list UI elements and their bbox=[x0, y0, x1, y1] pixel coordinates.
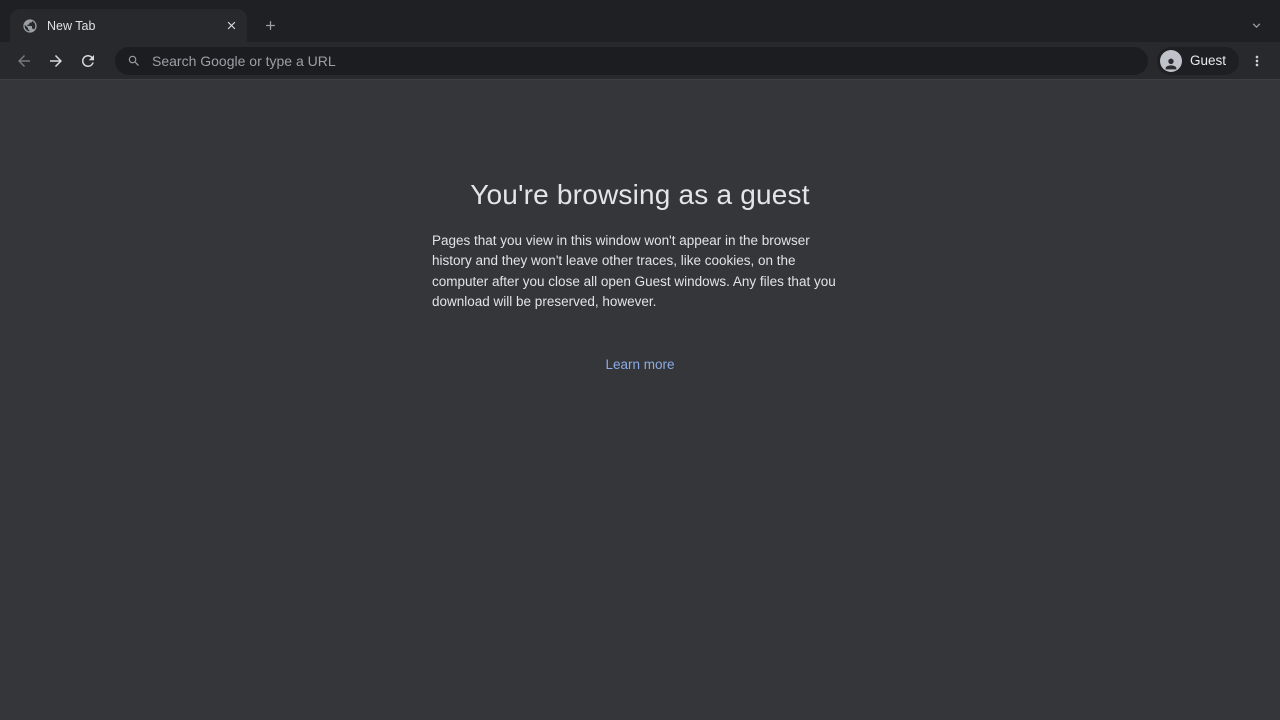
url-input[interactable] bbox=[150, 52, 1136, 70]
search-icon bbox=[127, 54, 141, 68]
reload-button[interactable] bbox=[73, 46, 103, 76]
arrow-right-icon bbox=[47, 52, 65, 70]
globe-icon bbox=[22, 18, 38, 34]
page-title: You're browsing as a guest bbox=[0, 176, 1280, 213]
guest-ntp-page: You're browsing as a guest Pages that yo… bbox=[0, 80, 1280, 720]
tab-title: New Tab bbox=[47, 19, 222, 33]
browser-window: New Tab bbox=[0, 0, 1280, 720]
arrow-left-icon bbox=[15, 52, 33, 70]
guest-profile-button[interactable]: Guest bbox=[1157, 47, 1239, 75]
toolbar: Guest bbox=[0, 42, 1280, 80]
back-button[interactable] bbox=[9, 46, 39, 76]
tab-strip: New Tab bbox=[0, 0, 1280, 42]
guest-description: Pages that you view in this window won't… bbox=[432, 231, 848, 313]
chevron-down-icon[interactable] bbox=[1243, 12, 1269, 38]
profile-label: Guest bbox=[1190, 53, 1226, 68]
address-bar[interactable] bbox=[115, 47, 1148, 75]
learn-more-link[interactable]: Learn more bbox=[605, 357, 674, 372]
refresh-icon bbox=[79, 52, 97, 70]
plus-icon bbox=[263, 18, 278, 33]
more-vert-icon[interactable] bbox=[1242, 46, 1272, 76]
forward-button[interactable] bbox=[41, 46, 71, 76]
person-icon bbox=[1160, 50, 1182, 72]
tab-new-tab[interactable]: New Tab bbox=[10, 9, 247, 42]
guest-message: You're browsing as a guest Pages that yo… bbox=[0, 176, 1280, 374]
close-icon[interactable] bbox=[222, 17, 240, 35]
new-tab-button[interactable] bbox=[257, 12, 283, 38]
